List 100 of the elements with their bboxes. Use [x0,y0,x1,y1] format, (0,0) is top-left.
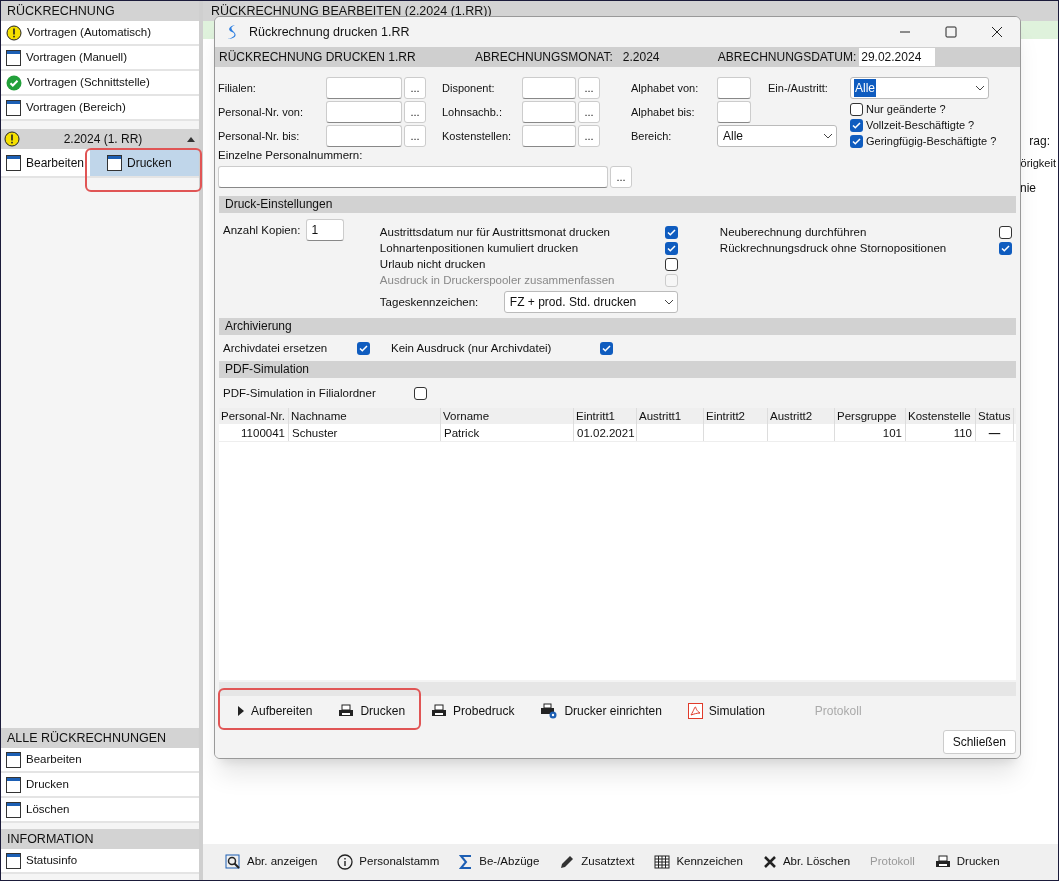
copies-field[interactable]: 1 [306,219,345,242]
input-field[interactable] [522,101,576,123]
option-label: Kein Ausdruck (nur Archivdatei) [391,340,553,356]
toolbar-button[interactable]: Personalstamm [337,853,440,871]
dropdown[interactable]: Alle [850,77,989,99]
section-header: PDF-Simulation [219,361,1016,379]
input-field[interactable] [717,101,751,123]
checkbox[interactable] [999,241,1012,255]
table-cell: 01.02.2021 [577,427,635,440]
checkbox[interactable] [850,119,863,132]
toolbar-button[interactable]: Zusatztext [559,853,635,871]
dropdown[interactable]: FZ + prod. Std. drucken [503,291,678,314]
action-button[interactable]: Aufbereiten [237,702,313,720]
toolbar-button[interactable]: Be-/Abzüge [459,853,540,871]
table-cell: Patrick [444,427,480,440]
checkbox[interactable] [664,241,678,255]
option-label: Lohnartenpositionen kumuliert drucken [379,240,579,256]
column-header[interactable]: Austritt2 [768,408,835,425]
action-button[interactable]: Drucken [338,702,406,720]
option-label: Ausdruck in Druckerspooler zusammenfassen [379,272,615,288]
collapse-icon[interactable] [186,136,196,142]
checkbox[interactable] [850,135,863,148]
column-header[interactable]: Personal-Nr. [219,408,289,425]
field-label: Kostenstellen: [442,128,512,144]
column-header[interactable]: Eintritt2 [704,408,768,425]
toolbar-button[interactable]: Kennzeichen [654,853,743,871]
action-button[interactable]: Simulation [687,702,765,720]
column-header[interactable]: Status [976,408,1014,425]
magnifier-icon [225,854,241,870]
input-field[interactable] [326,125,402,147]
checkbox[interactable] [664,225,678,239]
chevron-down-icon [663,299,674,306]
group-header[interactable]: 2.2024 (1. RR) [1,129,199,149]
input-field[interactable] [218,166,608,189]
sidebar-item[interactable]: Drucken [1,773,199,798]
column-header[interactable]: Kostenstelle [906,408,976,425]
window-icon [6,154,21,171]
browse-button[interactable]: ... [404,125,426,147]
sidebar-item[interactable]: Vortragen (Bereich) [1,96,199,121]
option-label: Austrittsdatum nur für Austrittsmonat drucken [379,224,610,240]
column-header[interactable]: Austritt1 [637,408,704,425]
warning-icon [6,24,22,41]
option-label: Neuberechnung durchführen [719,224,867,240]
dropdown[interactable]: Alle [717,125,837,147]
browse-button[interactable]: ... [578,77,600,99]
input-field[interactable] [522,125,576,147]
browse-button[interactable]: ... [404,101,426,123]
toolbar-button[interactable]: Abr. Löschen [762,853,851,871]
toolbar-button[interactable]: Drucken [934,853,1000,871]
field-label: Filialen: [218,80,256,96]
sidebar-item[interactable]: Drucken [90,149,199,176]
table-cell: 110 [953,427,972,440]
option-label: Rückrechnungsdruck ohne Stornopositionen [719,240,947,256]
sigma-icon [459,854,474,870]
printer-icon [338,704,355,718]
input-field[interactable] [326,101,402,123]
checkbox[interactable] [664,257,678,271]
browse-button[interactable]: ... [578,101,600,123]
column-header[interactable]: Nachname [289,408,441,425]
checkbox[interactable] [850,103,863,116]
month-value: 2.2024 [622,49,661,66]
column-header[interactable]: Eintritt1 [574,408,637,425]
checkbox[interactable] [999,225,1012,239]
input-field[interactable] [326,77,402,99]
sidebar-item[interactable]: Bearbeiten [1,149,86,176]
close-button[interactable]: Schließen [942,730,1016,754]
option-label: PDF-Simulation in Filialordner [223,385,377,401]
browse-button[interactable]: ... [404,77,426,99]
field-label: Bereich: [631,128,673,144]
sidebar-item[interactable]: Löschen [1,798,199,823]
sidebar-item[interactable]: Vortragen (Automatisch) [1,21,199,46]
check-icon [6,74,22,91]
date-field[interactable]: 29.02.2024 [859,48,936,66]
checkbox[interactable] [357,341,370,355]
checkbox[interactable] [414,386,427,400]
browse-button[interactable]: ... [578,125,600,147]
input-field[interactable] [522,77,576,99]
printer-icon [431,704,448,718]
input-field[interactable] [717,77,751,99]
field-value: örigkeit [1020,156,1056,171]
checkbox[interactable] [600,341,613,355]
field-label: nie [1020,180,1036,197]
browse-button[interactable]: ... [610,166,632,189]
sidebar-item[interactable]: Vortragen (Manuell) [1,46,199,71]
action-button[interactable]: Probedruck [431,702,515,720]
field-label: Anzahl Kopien: [223,223,301,239]
sidebar-item[interactable]: Statusinfo [1,849,199,874]
toolbar-button[interactable]: Abr. anzeigen [225,853,318,871]
action-button[interactable]: Drucker einrichten [540,702,662,720]
sidebar-item[interactable]: Vortragen (Schnittstelle) [1,71,199,96]
pencil-icon [559,854,576,870]
window-icon [6,852,21,869]
month-label: ABRECHNUNGSMONAT: [475,49,613,66]
field-label: Personal-Nr. bis: [218,128,300,144]
chevron-down-icon [975,85,985,91]
close-icon [762,855,777,869]
column-header[interactable]: Persgruppe [835,408,906,425]
window-icon [107,154,122,171]
column-header[interactable]: Vorname [441,408,574,425]
sidebar-item[interactable]: Bearbeiten [1,748,199,773]
